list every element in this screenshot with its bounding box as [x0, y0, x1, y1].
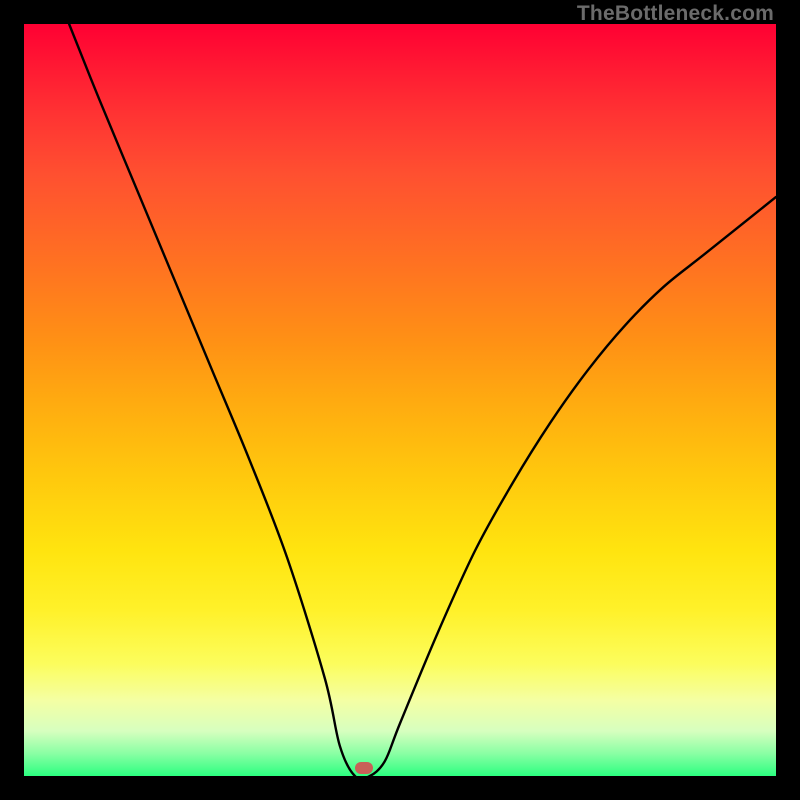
bottleneck-curve [24, 24, 776, 776]
chart-frame: TheBottleneck.com [0, 0, 800, 800]
plot-area [24, 24, 776, 776]
watermark-text: TheBottleneck.com [577, 2, 774, 26]
minimum-marker [355, 762, 373, 774]
